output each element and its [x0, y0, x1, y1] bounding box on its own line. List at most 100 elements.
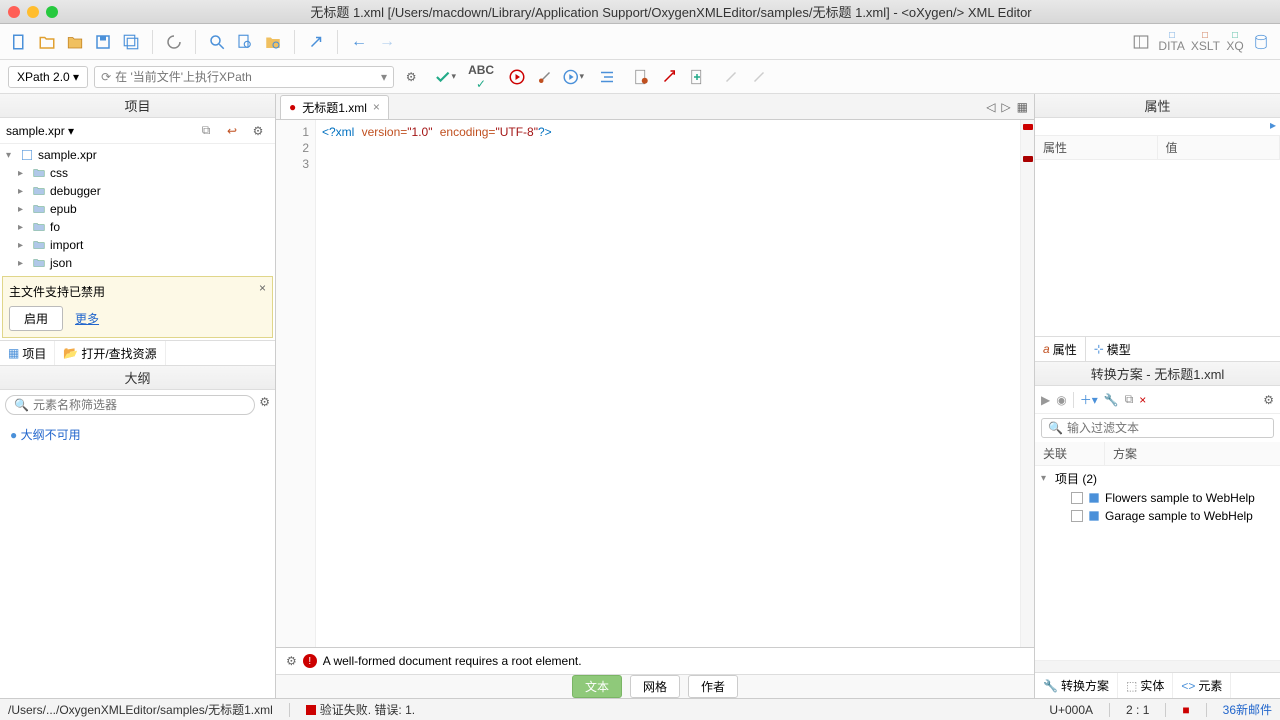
view-tab-author[interactable]: 作者 [688, 675, 738, 698]
tab-elements[interactable]: <>元素 [1173, 673, 1231, 698]
overview-ruler[interactable] [1020, 120, 1034, 647]
close-traffic-light[interactable] [8, 6, 20, 18]
scen-copy-icon[interactable]: ⧉ [1125, 392, 1134, 407]
window-titlebar: 无标题 1.xml [/Users/macdown/Library/Applic… [0, 0, 1280, 24]
tree-folder[interactable]: ▸json [0, 254, 275, 272]
xslt-perspective-icon[interactable]: XSLT [1191, 31, 1220, 53]
save-all-icon[interactable] [120, 31, 142, 53]
format-indent-icon[interactable] [596, 66, 618, 88]
tree-folder[interactable]: ▸fo [0, 218, 275, 236]
find-in-folder-icon[interactable] [262, 31, 284, 53]
status-bar: /Users/.../OxygenXMLEditor/samples/无标题1.… [0, 698, 1280, 720]
run-debug-icon[interactable]: ▾ [562, 66, 584, 88]
tree-folder[interactable]: ▸debugger [0, 182, 275, 200]
new-file-icon[interactable] [8, 31, 30, 53]
xpath-version-select[interactable]: XPath 2.0 ▾ [8, 66, 88, 88]
status-path: /Users/.../OxygenXMLEditor/samples/无标题1.… [8, 701, 273, 718]
right-panel: 属性 ▸ 属性 值 a属性 ⊹模型 转换方案 - 无标题1.xml ▶ ◉ ＋▾… [1034, 94, 1280, 698]
status-mail[interactable]: 36新邮件 [1223, 701, 1272, 718]
editor-tab[interactable]: ● 无标题1.xml × [280, 95, 389, 119]
collapse-icon[interactable] [305, 31, 327, 53]
tab-project[interactable]: ▦项目 [0, 341, 55, 365]
outline-panel-title: 大纲 [0, 366, 275, 390]
validate-icon[interactable]: ▾ [434, 66, 456, 88]
scen-run2-icon[interactable]: ◉ [1056, 393, 1066, 407]
tab-list-icon[interactable]: ▦ [1017, 100, 1028, 114]
scen-col-scheme: 方案 [1105, 442, 1145, 465]
project-panel-title: 项目 [0, 94, 275, 118]
view-tab-grid[interactable]: 网格 [630, 675, 680, 698]
dita-perspective-icon[interactable]: DITA [1158, 31, 1184, 53]
xpath-settings-icon[interactable]: ⚙ [400, 66, 422, 88]
scenario-item[interactable]: Garage sample to WebHelp [1035, 507, 1280, 525]
window-title: 无标题 1.xml [/Users/macdown/Library/Applic… [70, 2, 1272, 21]
outline-filter-input[interactable] [33, 398, 246, 412]
find-in-file-icon[interactable] [234, 31, 256, 53]
tab-attributes[interactable]: a属性 [1035, 337, 1086, 361]
refactor2-icon[interactable] [658, 66, 680, 88]
save-icon[interactable] [92, 31, 114, 53]
tab-transform-scenarios[interactable]: 🔧转换方案 [1035, 673, 1118, 698]
attr-expand-icon[interactable]: ▸ [1035, 118, 1280, 136]
tab-next-icon[interactable]: ▷ [1001, 100, 1010, 114]
scen-add-icon[interactable]: ＋▾ [1080, 391, 1098, 408]
more-link[interactable]: 更多 [75, 310, 99, 327]
forward-icon[interactable]: → [376, 31, 398, 53]
attr-col-name: 属性 [1035, 136, 1158, 159]
tab-entities[interactable]: ⬚实体 [1118, 673, 1173, 698]
tree-folder[interactable]: ▸css [0, 164, 275, 182]
enable-button[interactable]: 启用 [9, 306, 63, 331]
status-validation[interactable]: 验证失败. 错误: 1. [306, 701, 415, 718]
reload-icon[interactable] [163, 31, 185, 53]
scen-delete-icon[interactable]: × [1139, 393, 1146, 407]
xpath-input[interactable] [115, 70, 377, 84]
project-settings-icon[interactable]: ⚙ [247, 120, 269, 142]
tab-open-resource[interactable]: 📂打开/查找资源 [55, 341, 165, 365]
error-settings-icon[interactable]: ⚙ [286, 654, 297, 668]
tab-model[interactable]: ⊹模型 [1086, 337, 1139, 361]
view-tab-text[interactable]: 文本 [572, 675, 622, 698]
scen-group[interactable]: ▾ 项目 (2) [1035, 468, 1280, 489]
tab-prev-icon[interactable]: ◁ [986, 100, 995, 114]
project-link-icon[interactable]: ↩ [221, 120, 243, 142]
insert-icon[interactable] [686, 66, 708, 88]
scen-filter-input[interactable] [1067, 421, 1267, 435]
outline-unavailable-msg: 大纲不可用 [21, 428, 81, 442]
profile1-icon[interactable] [720, 66, 742, 88]
project-copy-icon[interactable]: ⧉ [195, 120, 217, 142]
code-editor[interactable]: <?xml version="1.0" encoding="UTF-8"?> [316, 120, 1020, 647]
tab-close-icon[interactable]: × [373, 100, 380, 114]
search-icon[interactable] [206, 31, 228, 53]
tree-folder[interactable]: ▸epub [0, 200, 275, 218]
scen-edit-icon[interactable]: 🔧 [1104, 393, 1119, 407]
notif-close-icon[interactable]: × [259, 281, 266, 295]
tree-root[interactable]: ▾ sample.xpr [0, 146, 275, 164]
notif-title: 主文件支持已禁用 [9, 283, 266, 300]
tree-folder[interactable]: ▸import [0, 236, 275, 254]
run-icon[interactable] [506, 66, 528, 88]
spellcheck-icon[interactable]: ABC✓ [468, 66, 494, 88]
error-message: A well-formed document requires a root e… [323, 654, 582, 668]
open-folder-icon[interactable] [36, 31, 58, 53]
scenario-item[interactable]: Flowers sample to WebHelp [1035, 489, 1280, 507]
scenarios-tree[interactable]: ▾ 项目 (2) Flowers sample to WebHelpGarage… [1035, 466, 1280, 660]
configure-transform-icon[interactable] [534, 66, 556, 88]
layout-icon[interactable] [1130, 31, 1152, 53]
minimize-traffic-light[interactable] [27, 6, 39, 18]
main-toolbar: ← → DITA XSLT XQ [0, 24, 1280, 60]
outline-settings-icon[interactable]: ⚙ [259, 395, 270, 415]
profile2-icon[interactable] [748, 66, 770, 88]
status-modified-icon: ■ [1182, 703, 1189, 717]
zoom-traffic-light[interactable] [46, 6, 58, 18]
project-tree[interactable]: ▾ sample.xpr ▸css▸debugger▸epub▸fo▸impor… [0, 144, 275, 274]
xpath-input-wrap[interactable]: ⟳ ▾ [94, 66, 394, 88]
back-icon[interactable]: ← [348, 31, 370, 53]
scen-run-icon[interactable]: ▶ [1041, 393, 1050, 407]
xquery-perspective-icon[interactable]: XQ [1226, 31, 1244, 53]
refactor1-icon[interactable] [630, 66, 652, 88]
db-perspective-icon[interactable] [1250, 31, 1272, 53]
scen-settings-icon[interactable]: ⚙ [1263, 393, 1274, 407]
attributes-table[interactable]: 属性 值 [1035, 136, 1280, 336]
open-folder2-icon[interactable] [64, 31, 86, 53]
project-file-name[interactable]: sample.xpr ▾ [6, 124, 191, 138]
